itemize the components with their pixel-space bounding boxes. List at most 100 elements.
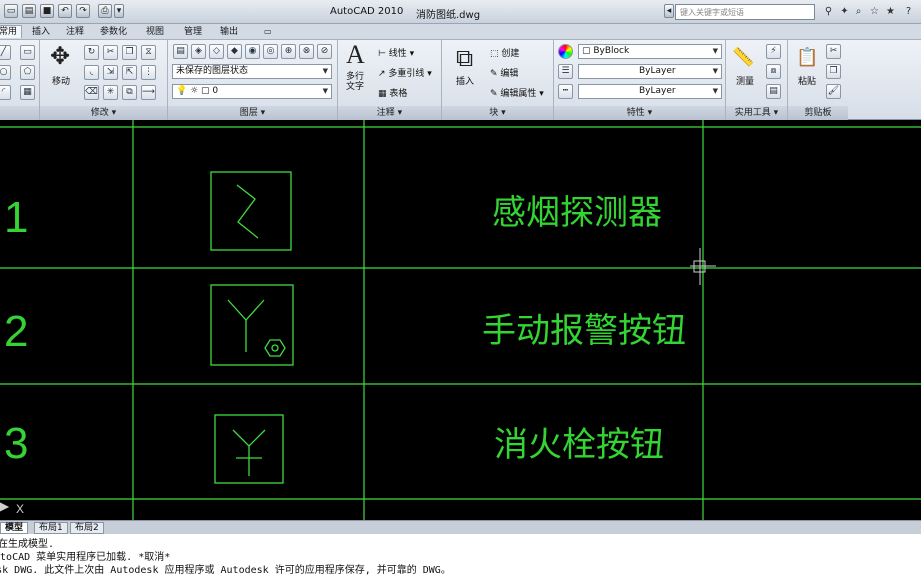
tab-layout1[interactable]: 布局1 [34,522,68,534]
redo-icon[interactable]: ↷ [76,4,90,18]
layer-icon-8[interactable]: ⊗ [299,44,314,59]
favorites-icon[interactable]: ☆ [868,5,881,18]
rectangle-icon[interactable]: ▭ [20,45,35,60]
help-icon[interactable]: ? [902,5,915,18]
layer-icon-9[interactable]: ⊘ [317,44,332,59]
tab-manage[interactable]: 管理 [180,26,206,39]
hatch-icon[interactable]: ▦ [20,85,35,100]
panel-layers-label[interactable]: 图层 ▾ [168,106,337,120]
tab-layout2[interactable]: 布局2 [70,522,104,534]
mtext-label[interactable]: 多行 文字 [346,72,364,92]
layer-state-dropdown[interactable]: 未保存的图层状态 ▼ [172,64,332,79]
polygon-icon[interactable]: ⬠ [20,65,35,80]
mirror-icon[interactable]: ⧖ [141,45,156,60]
ribbon-tabs: 常用 插入 注释 参数化 视图 管理 输出 ▭ [0,24,921,40]
tab-insert[interactable]: 插入 [28,26,54,39]
measure-icon[interactable]: 📏 [732,46,754,70]
panel-utilities-label[interactable]: 实用工具 ▾ [726,106,787,120]
scale-icon[interactable]: ⇱ [122,65,137,80]
match-properties-icon[interactable]: 🖌 [826,84,841,99]
tab-home[interactable]: 常用 [0,25,23,38]
array-icon[interactable]: ⋮ [141,65,156,80]
chevron-down-icon: ▼ [712,67,718,75]
linear-dim-button[interactable]: ⊢ 线性 ▾ [378,46,414,59]
tab-model[interactable]: 模型 [0,522,29,534]
tab-view[interactable]: 视图 [142,26,168,39]
edit-attribute-button[interactable]: ✎ 编辑属性 ▾ [490,86,544,99]
communication-icon[interactable]: ⌕ [852,5,865,18]
calculator-icon[interactable]: ▤ [766,84,781,99]
rotate-icon[interactable]: ↻ [84,45,99,60]
panel-properties: ▢ ByBlock ▼ ☰ ByLayer ▼ ┅ ByLayer ▼ 特性 ▾ [554,40,726,120]
insert-block-icon[interactable]: ⧉ [456,46,473,70]
erase-icon[interactable]: ⌫ [84,85,99,100]
lineweight-dropdown[interactable]: ByLayer ▼ [578,84,722,99]
command-window[interactable]: 正在生成模型. AutoCAD 菜单实用程序已加载. *取消* Autodesk… [0,534,921,576]
copy-clip-icon[interactable]: ❐ [826,64,841,79]
stretch-icon[interactable]: ⇲ [103,65,118,80]
layer-icon-2[interactable]: ◈ [191,44,206,59]
paste-label[interactable]: 粘贴 [798,74,816,87]
row-number-3: 3 [4,419,28,468]
print-icon[interactable]: ⎙ [98,4,112,18]
new-icon[interactable]: ▭ [4,4,18,18]
insert-label[interactable]: 插入 [456,74,474,87]
layer-icon-4[interactable]: ◆ [227,44,242,59]
drawing-svg[interactable]: 1 2 3 感烟探测器 手动报警按钮 消火栓按钮 X [0,120,921,520]
layer-dropdown[interactable]: 💡 ☼ ▢ 0 ▼ [172,84,332,99]
tab-annotate[interactable]: 注释 [62,26,88,39]
paste-icon[interactable]: 📋 [796,46,818,70]
save-icon[interactable]: ■ [40,4,54,18]
layer-properties-icon[interactable]: ▤ [173,44,188,59]
color-dropdown[interactable]: ▢ ByBlock ▼ [578,44,722,59]
measure-label[interactable]: 测量 [736,74,754,87]
panel-properties-label[interactable]: 特性 ▾ [554,106,725,120]
layer-icon-7[interactable]: ⊕ [281,44,296,59]
subscription-icon[interactable]: ✦ [838,5,851,18]
search-expand-icon[interactable]: ◂ [664,4,674,18]
layer-icon-6[interactable]: ◎ [263,44,278,59]
ucs-icon: X [0,502,24,516]
quick-select-icon[interactable]: ⚡ [766,44,781,59]
undo-icon[interactable]: ↶ [58,4,72,18]
panel-modify-label[interactable]: 修改 ▾ [40,106,167,120]
layer-icon-3[interactable]: ◇ [209,44,224,59]
panel-annotation-label[interactable]: 注释 ▾ [338,106,441,120]
tab-output[interactable]: 输出 [216,26,242,39]
drawing-canvas[interactable]: 1 2 3 感烟探测器 手动报警按钮 消火栓按钮 X [0,120,921,520]
cut-icon[interactable]: ✂ [826,44,841,59]
panel-block-label[interactable]: 块 ▾ [442,106,553,120]
mtext-icon[interactable]: A [346,42,365,68]
multileader-button[interactable]: ↗ 多重引线 ▾ [378,66,432,79]
arc-icon[interactable]: ◜ [0,85,11,100]
copy-icon[interactable]: ❐ [122,45,137,60]
lineweight-icon[interactable]: ☰ [558,64,573,79]
table-button[interactable]: ▦ 表格 [378,86,407,99]
row-name-2: 手动报警按钮 [482,311,686,351]
select-similar-icon[interactable]: ⧇ [766,64,781,79]
extend-icon[interactable]: ⟶ [141,85,156,100]
create-block-button[interactable]: ⬚ 创建 [490,46,519,59]
layer-icon-5[interactable]: ◉ [245,44,260,59]
binoculars-icon[interactable]: ⚲ [822,5,835,18]
panel-clipboard-label[interactable]: 剪贴板 [788,106,848,120]
color-wheel-icon[interactable] [558,44,573,59]
tab-parametric[interactable]: 参数化 [96,26,131,39]
open-icon[interactable]: ▤ [22,4,36,18]
move-label[interactable]: 移动 [52,74,70,87]
ribbon-minimize-icon[interactable]: ▭ [260,26,276,39]
search-input[interactable]: 键入关键字或短语 [675,4,815,20]
offset-icon[interactable]: ⧉ [122,85,137,100]
fillet-icon[interactable]: ◟ [84,65,99,80]
explode-icon[interactable]: ✳ [103,85,118,100]
linetype-icon[interactable]: ┅ [558,84,573,99]
edit-block-button[interactable]: ✎ 编辑 [490,66,518,79]
circle-icon[interactable]: ○ [0,65,11,80]
move-icon[interactable]: ✥ [50,44,70,68]
quick-access-dropdown-icon[interactable]: ▾ [114,4,124,18]
linetype-dropdown[interactable]: ByLayer ▼ [578,64,722,79]
star-icon[interactable]: ★ [884,5,897,18]
row-name-3: 消火栓按钮 [494,425,664,465]
trim-icon[interactable]: ✂ [103,45,118,60]
line-icon[interactable]: ╱ [0,45,11,60]
